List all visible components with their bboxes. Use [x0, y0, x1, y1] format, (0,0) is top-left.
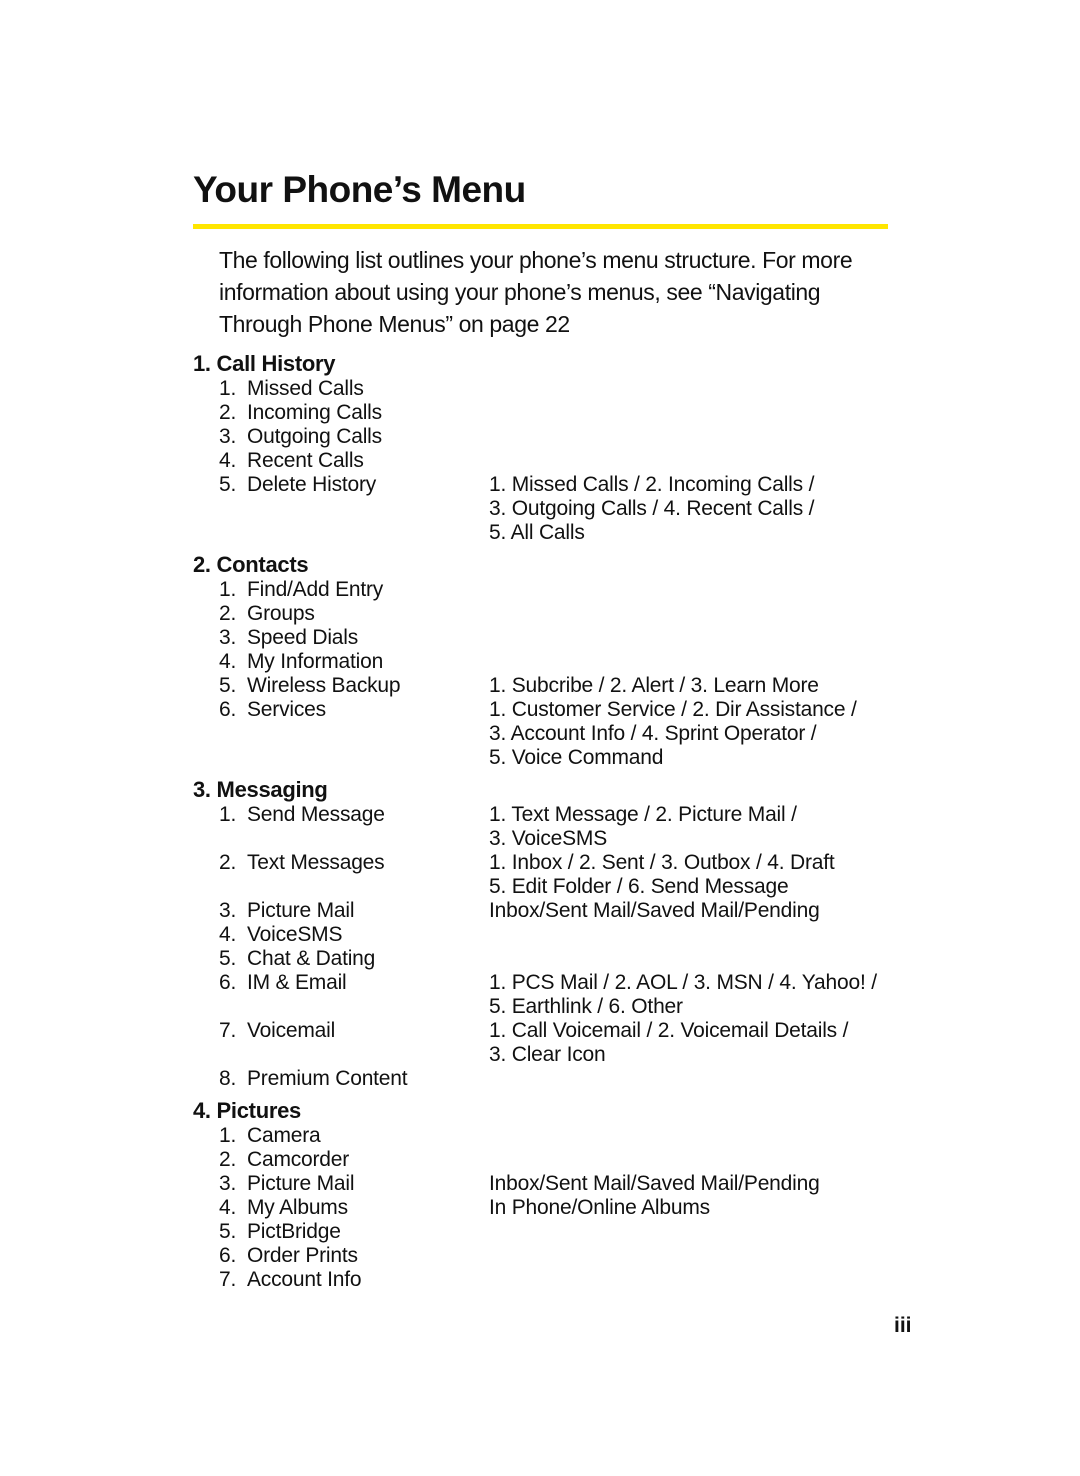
menu-item: 4. My Information [219, 650, 384, 673]
page-number: iii [894, 1314, 912, 1337]
submenu-text: 5. All Calls [489, 521, 585, 544]
section-heading-pictures: 4. Pictures [193, 1098, 301, 1123]
submenu-text: 3. Outgoing Calls / 4. Recent Calls / [489, 497, 815, 520]
submenu-text: 1. Customer Service / 2. Dir Assistance … [489, 698, 857, 721]
submenu-text: 3. VoiceSMS [489, 827, 608, 850]
submenu-text: Inbox/Sent Mail/Saved Mail/Pending [489, 1172, 820, 1195]
menu-item: 6. Services [219, 698, 326, 721]
intro-paragraph: The following list outlines your phone’s… [219, 247, 853, 337]
submenu-text: 1. PCS Mail / 2. AOL / 3. MSN / 4. Yahoo… [489, 971, 877, 994]
menu-item: 2. Text Messages [219, 851, 385, 874]
menu-item: 7. Account Info [219, 1268, 362, 1291]
page-title: Your Phone’s Menu [193, 169, 526, 210]
menu-item: 2. Groups [219, 602, 315, 625]
submenu-text: 5. Voice Command [489, 746, 664, 769]
submenu-text: 3. Clear Icon [489, 1043, 606, 1066]
section-heading-call-history: 1. Call History [193, 351, 336, 376]
menu-item: 1. Camera [219, 1124, 321, 1147]
menu-item: 4. VoiceSMS [219, 923, 343, 946]
submenu-text: 1. Call Voicemail / 2. Voicemail Details… [489, 1019, 849, 1042]
menu-item: 2. Incoming Calls [219, 401, 382, 424]
menu-item: 6. Order Prints [219, 1244, 358, 1267]
submenu-text: 1. Subcribe / 2. Alert / 3. Learn More [489, 674, 819, 697]
title-underline-rule [193, 224, 888, 229]
submenu-text: 1. Inbox / 2. Sent / 3. Outbox / 4. Draf… [489, 851, 835, 874]
menu-item: 3. Picture Mail [219, 899, 355, 922]
submenu-text: 3. Account Info / 4. Sprint Operator / [489, 722, 817, 745]
menu-item: 2. Camcorder [219, 1148, 350, 1171]
submenu-text: 1. Text Message / 2. Picture Mail / [489, 803, 797, 826]
submenu-text: 5. Edit Folder / 6. Send Message [489, 875, 789, 898]
submenu-text: Inbox/Sent Mail/Saved Mail/Pending [489, 899, 820, 922]
menu-item: 5. Chat & Dating [219, 947, 376, 970]
section-heading-messaging: 3. Messaging [193, 777, 328, 802]
menu-item: 5. Wireless Backup [219, 674, 401, 697]
menu-item: 5. PictBridge [219, 1220, 341, 1243]
menu-item: 3. Outgoing Calls [219, 425, 382, 448]
menu-item: 8. Premium Content [219, 1067, 408, 1090]
menu-item: 4. Recent Calls [219, 449, 364, 472]
menu-item: 7. Voicemail [219, 1019, 336, 1042]
submenu-text: 5. Earthlink / 6. Other [489, 995, 683, 1018]
menu-item: 5. Delete History [219, 473, 377, 496]
menu-item: 6. IM & Email [219, 971, 347, 994]
menu-item: 1. Find/Add Entry [219, 578, 384, 601]
section-heading-contacts: 2. Contacts [193, 552, 309, 577]
menu-item: 1. Send Message [219, 803, 385, 826]
menu-item: 3. Picture Mail [219, 1172, 355, 1195]
menu-item: 1. Missed Calls [219, 377, 364, 400]
submenu-text: In Phone/Online Albums [489, 1196, 710, 1219]
submenu-text: 1. Missed Calls / 2. Incoming Calls / [489, 473, 815, 496]
menu-item: 4. My Albums [219, 1196, 348, 1219]
menu-item: 3. Speed Dials [219, 626, 359, 649]
